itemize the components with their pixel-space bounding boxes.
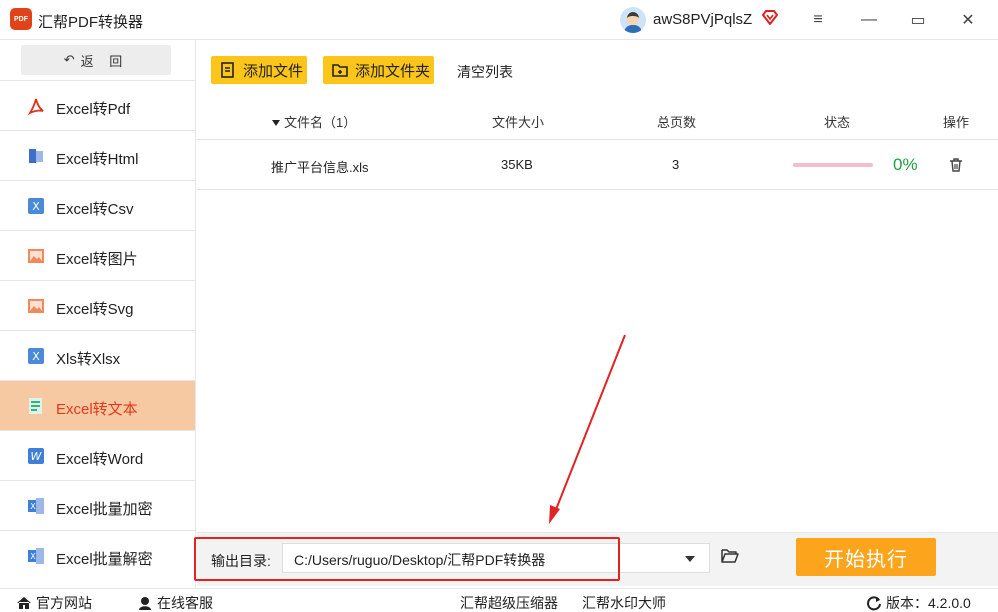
chevron-down-icon[interactable] (685, 556, 695, 562)
output-path: C:/Users/ruguo/Desktop/汇帮PDF转换器 (294, 552, 546, 568)
svg-icon (28, 299, 44, 313)
sidebar-item-excel-decrypt[interactable]: X Excel批量解密 (0, 530, 195, 580)
clear-list-button[interactable]: 清空列表 (457, 62, 513, 82)
user-avatar[interactable] (620, 7, 646, 33)
minimize-button[interactable]: — (857, 8, 881, 32)
sidebar-item-excel-to-pdf[interactable]: Excel转Pdf (0, 80, 195, 130)
refresh-icon (867, 596, 881, 611)
word-icon: W (28, 448, 44, 464)
back-arrow-icon: ↶ (63, 52, 75, 67)
column-header-status: 状态 (824, 115, 851, 130)
svg-text:X: X (32, 200, 40, 213)
official-website-link[interactable]: 官方网站 (16, 593, 92, 612)
decrypt-icon: X (28, 548, 44, 564)
html-icon (29, 149, 43, 163)
watermark-link[interactable]: 汇帮水印大师 (582, 593, 666, 612)
svg-text:X: X (30, 552, 36, 561)
file-size: 35KB (501, 157, 533, 172)
app-title: 汇帮PDF转换器 (38, 14, 144, 31)
file-name: 推广平台信息.xls (271, 160, 369, 175)
sidebar-item-label: Excel转Svg (56, 301, 134, 318)
sidebar-item-label: Xls转Xlsx (56, 351, 121, 368)
title-bar: PDF 汇帮PDF转换器 awS8PVjPqlsZ ≡ — ▭ ✕ (0, 0, 998, 40)
column-header-action: 操作 (943, 115, 970, 130)
sidebar: ↶ 返 回 Excel转Pdf Excel转Html X Excel转Csv E… (0, 40, 196, 588)
add-folder-label: 添加文件夹 (355, 62, 431, 80)
sidebar-item-excel-to-image[interactable]: Excel转图片 (0, 230, 195, 280)
sidebar-item-xls-to-xlsx[interactable]: X Xls转Xlsx (0, 330, 195, 380)
start-button[interactable]: 开始执行 (796, 538, 936, 576)
customer-service-icon (139, 597, 151, 610)
online-service-link[interactable]: 在线客服 (137, 593, 213, 612)
compressor-link[interactable]: 汇帮超级压缩器 (460, 593, 558, 612)
page-count: 3 (672, 157, 680, 172)
sidebar-item-excel-to-word[interactable]: W Excel转Word (0, 430, 195, 480)
column-header-name[interactable]: 文件名（1） (272, 112, 356, 131)
home-icon (17, 597, 31, 609)
column-header-pages: 总页数 (657, 115, 697, 130)
svg-text:X: X (32, 350, 40, 363)
sidebar-item-excel-encrypt[interactable]: X Excel批量加密 (0, 480, 195, 530)
sidebar-item-label: Excel批量解密 (56, 551, 153, 568)
output-path-select[interactable]: C:/Users/ruguo/Desktop/汇帮PDF转换器 (282, 543, 710, 573)
add-file-icon (221, 62, 234, 78)
add-file-label: 添加文件 (243, 62, 304, 80)
sidebar-item-label: Excel转Word (56, 451, 144, 468)
status-bar: 官方网站 在线客服 汇帮超级压缩器 汇帮水印大师 版本：4.2.0.0 (0, 588, 998, 612)
add-folder-icon (332, 64, 348, 77)
back-button[interactable]: ↶ 返 回 (21, 45, 171, 75)
file-table-header: 文件名（1） 文件大小 总页数 状态 操作 (197, 100, 998, 140)
sidebar-item-label: Excel转Pdf (56, 101, 131, 118)
menu-icon[interactable]: ≡ (806, 8, 830, 32)
output-label: 输出目录: (211, 553, 271, 569)
csv-icon: X (28, 198, 44, 214)
app-logo-icon: PDF (10, 8, 32, 30)
maximize-button[interactable]: ▭ (906, 8, 930, 32)
image-icon (28, 249, 44, 263)
sidebar-item-label: Excel转Html (56, 151, 139, 168)
sidebar-item-label: Excel转文本 (56, 401, 138, 418)
back-label: 返 回 (80, 53, 129, 69)
table-row[interactable]: 推广平台信息.xls 35KB 3 0% (197, 140, 998, 190)
encrypt-icon: X (28, 498, 44, 514)
progress-percent: 0% (893, 155, 918, 174)
pdf-icon (27, 98, 44, 116)
vip-diamond-icon[interactable] (761, 9, 779, 27)
sort-down-icon (272, 120, 280, 126)
sidebar-item-excel-to-html[interactable]: Excel转Html (0, 130, 195, 180)
progress-bar (793, 163, 873, 167)
close-button[interactable]: ✕ (956, 8, 980, 32)
svg-text:W: W (31, 450, 43, 463)
add-file-button[interactable]: 添加文件 (211, 56, 307, 84)
text-icon (29, 398, 42, 414)
username[interactable]: awS8PVjPqlsZ (653, 11, 752, 28)
open-folder-icon[interactable] (721, 548, 739, 564)
sidebar-item-label: Excel转图片 (56, 251, 138, 268)
sidebar-item-excel-to-svg[interactable]: Excel转Svg (0, 280, 195, 330)
add-folder-button[interactable]: 添加文件夹 (323, 56, 434, 84)
sidebar-item-label: Excel转Csv (56, 201, 134, 218)
sidebar-item-excel-to-csv[interactable]: X Excel转Csv (0, 180, 195, 230)
xlsx-icon: X (28, 348, 44, 364)
version-info[interactable]: 版本：4.2.0.0 (866, 593, 971, 612)
trash-icon[interactable] (948, 157, 964, 173)
column-header-size: 文件大小 (492, 115, 545, 130)
sidebar-item-label: Excel批量加密 (56, 501, 153, 518)
sidebar-item-excel-to-text[interactable]: Excel转文本 (0, 380, 195, 430)
svg-text:X: X (30, 502, 36, 511)
